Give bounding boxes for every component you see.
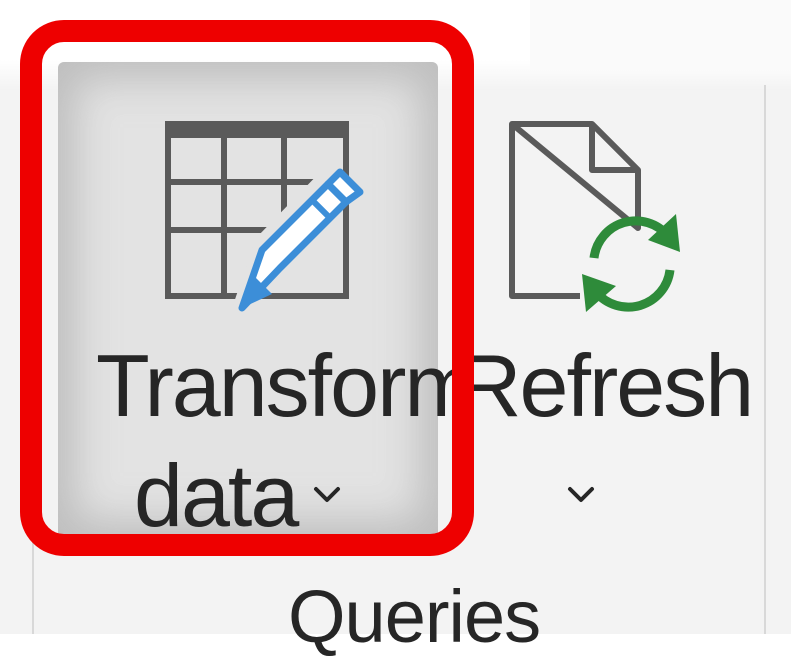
chevron-down-icon <box>568 487 594 502</box>
refresh-document-icon <box>509 121 680 312</box>
group-separator-right <box>764 85 766 634</box>
queries-group: Transform data Refresh Queries <box>0 0 791 654</box>
chevron-down-icon <box>314 487 340 502</box>
transform-data-label-line1: Transform <box>96 336 478 435</box>
group-label-queries: Queries <box>288 575 541 658</box>
refresh-label: Refresh <box>458 336 754 435</box>
table-edit-icon <box>165 121 364 314</box>
transform-data-label-line2: data <box>134 446 299 545</box>
group-separator-left <box>32 85 34 634</box>
